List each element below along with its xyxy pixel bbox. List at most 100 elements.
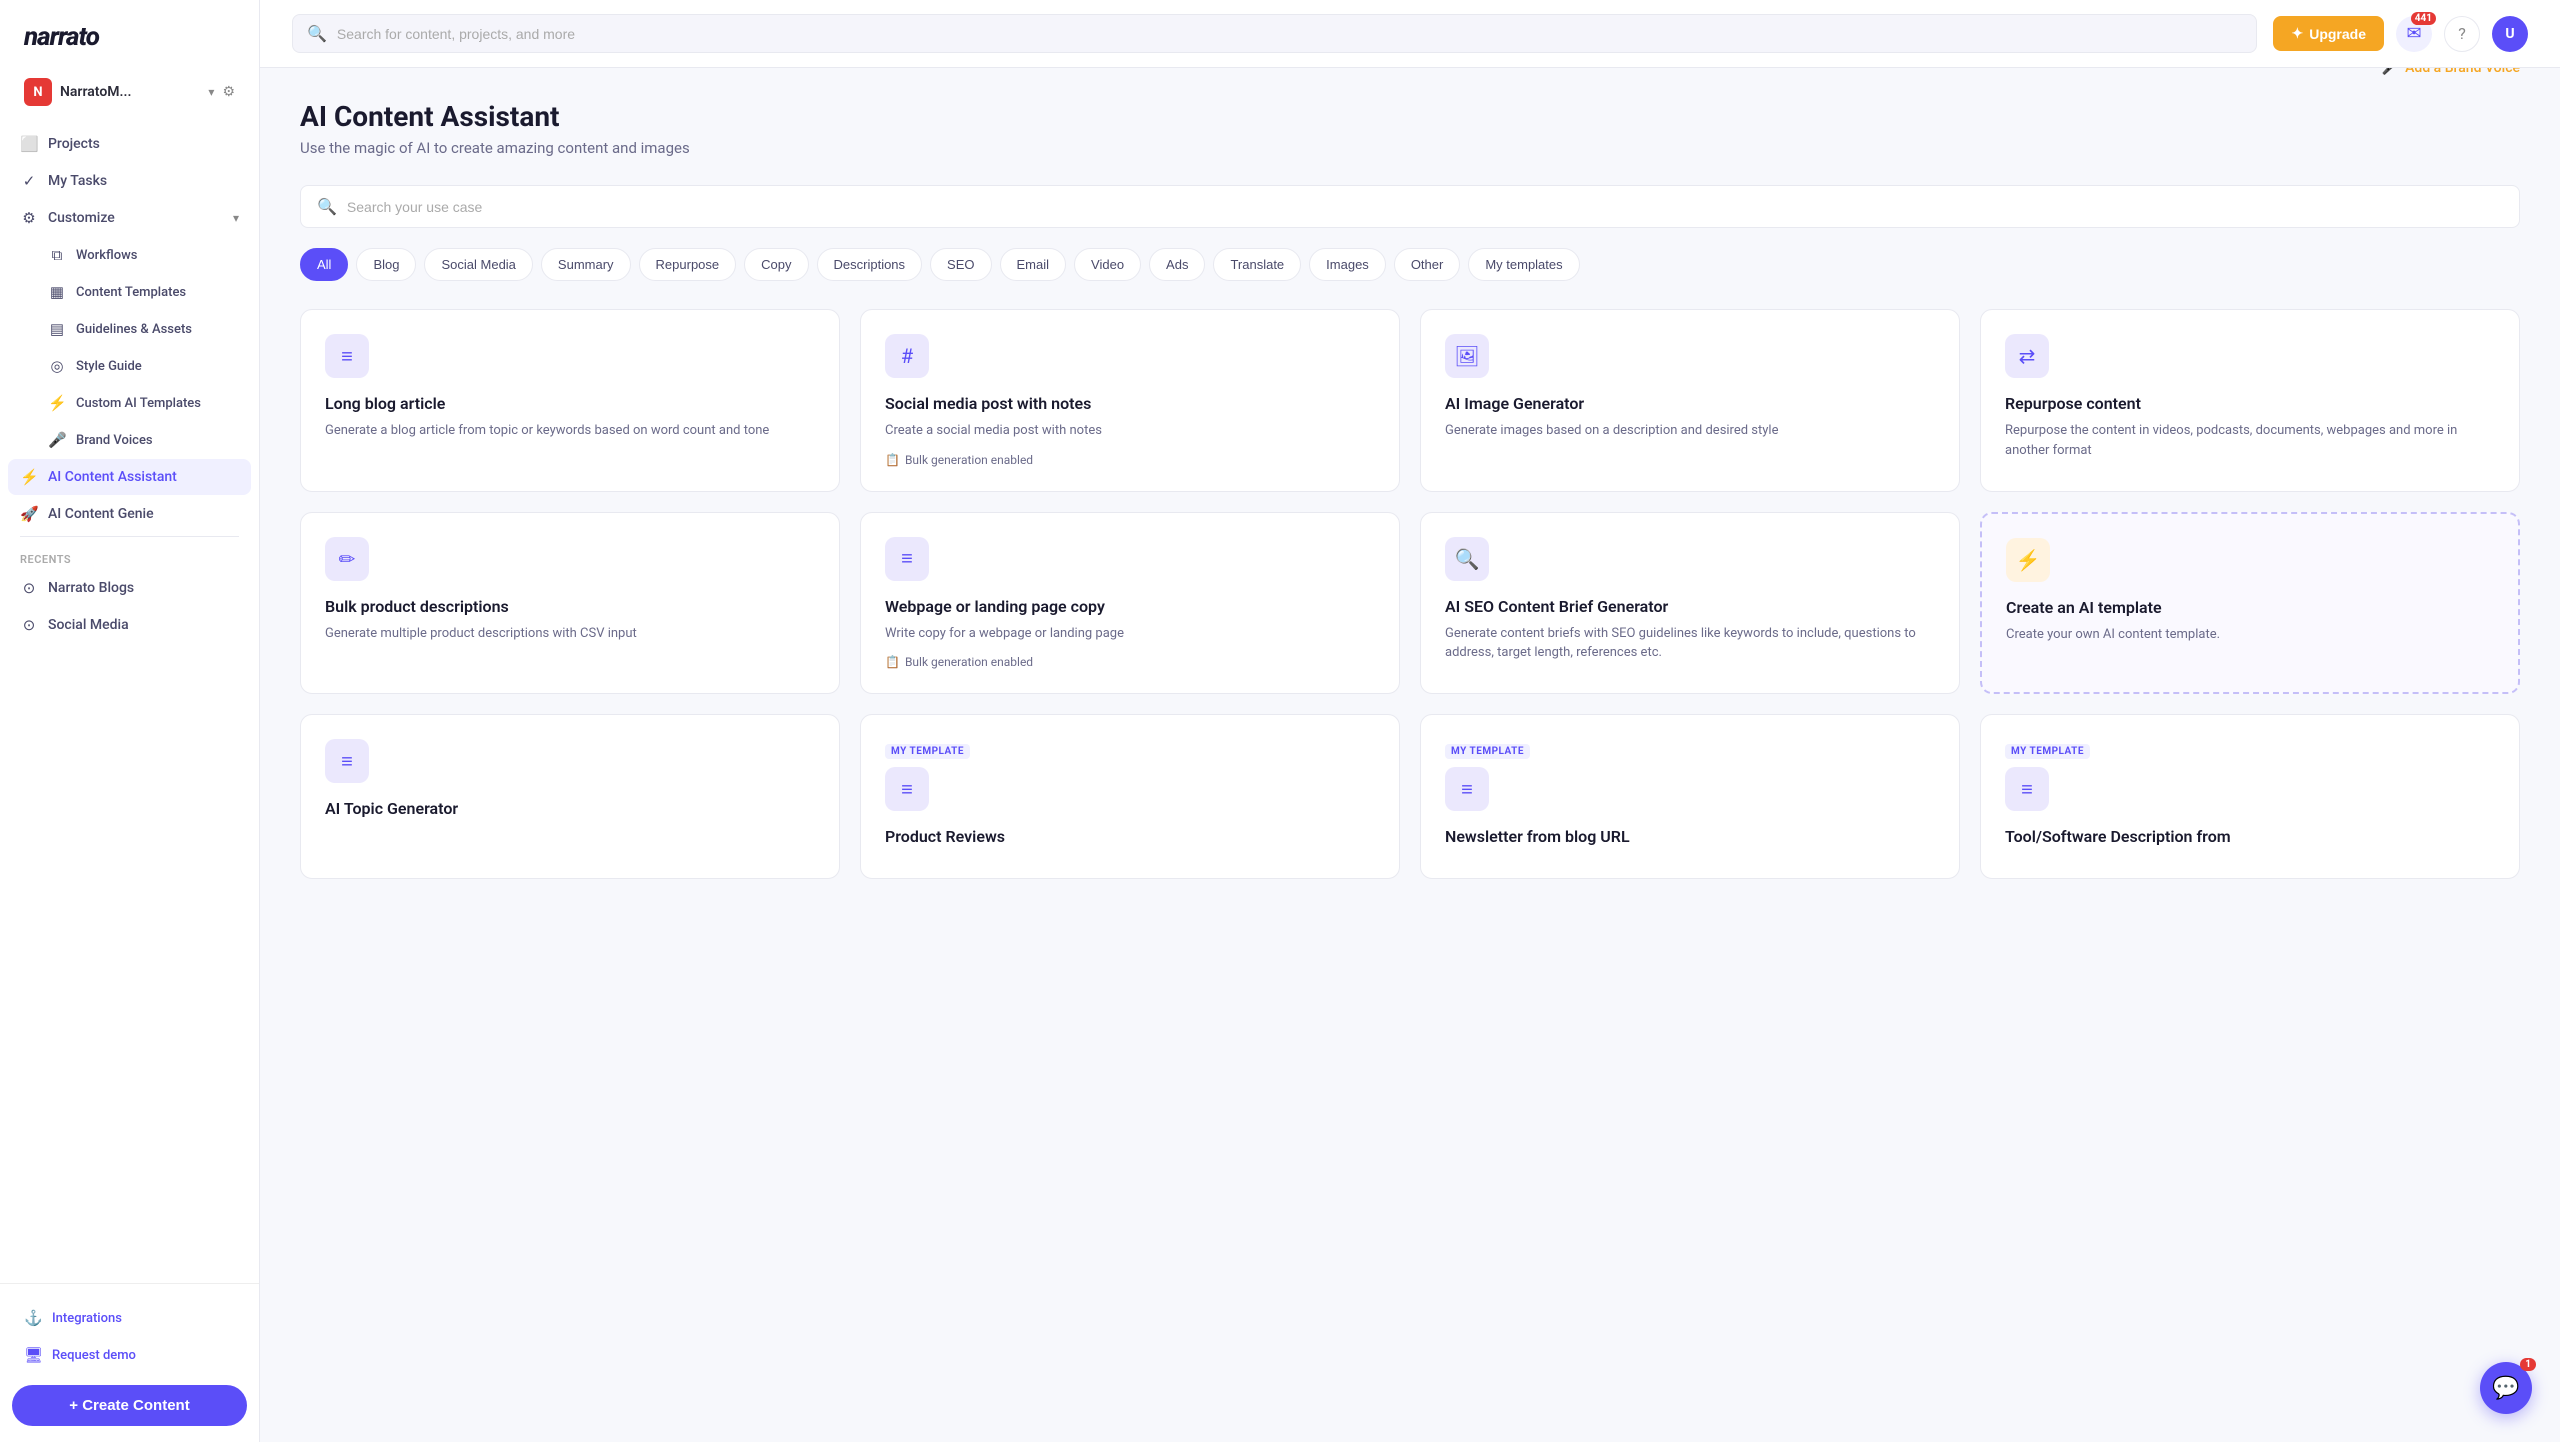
genie-icon: 🚀: [20, 505, 38, 523]
topbar: 🔍 ✦ Upgrade ✉ 441 ? U: [260, 0, 2560, 68]
filter-tab-repurpose[interactable]: Repurpose: [639, 248, 737, 281]
app-logo: narrato: [0, 0, 259, 70]
card-social-media-post[interactable]: # Social media post with notes Create a …: [860, 309, 1400, 492]
customize-icon: ⚙: [20, 209, 38, 227]
filter-tab-other[interactable]: Other: [1394, 248, 1461, 281]
recent-icon: ⊙: [20, 579, 38, 597]
filter-tab-email[interactable]: Email: [1000, 248, 1067, 281]
upgrade-button[interactable]: ✦ Upgrade: [2273, 16, 2384, 51]
sidebar-item-narrato-blogs[interactable]: ⊙ Narrato Blogs: [8, 570, 251, 606]
filter-tab-ads[interactable]: Ads: [1149, 248, 1205, 281]
sidebar-item-customize[interactable]: ⚙ Customize ▾: [8, 200, 251, 236]
filter-tab-copy[interactable]: Copy: [744, 248, 808, 281]
card-icon: ≡: [1445, 767, 1489, 811]
sidebar-item-brand-voices[interactable]: 🎤 Brand Voices: [36, 422, 251, 458]
filter-tab-blog[interactable]: Blog: [356, 248, 416, 281]
gear-icon[interactable]: ⚙: [222, 84, 235, 100]
topbar-right: ✦ Upgrade ✉ 441 ? U: [2273, 16, 2528, 52]
card-desc: Generate a blog article from topic or ke…: [325, 421, 815, 441]
filter-tab-all[interactable]: All: [300, 248, 348, 281]
use-case-search-input[interactable]: [347, 199, 2503, 215]
notifications-button[interactable]: ✉ 441: [2396, 16, 2432, 52]
card-title: Product Reviews: [885, 827, 1375, 846]
page-content-area: AI Content Assistant Use the magic of AI…: [260, 68, 2560, 911]
sidebar-item-label: Guidelines & Assets: [76, 322, 192, 337]
demo-icon: 🖥: [24, 1346, 42, 1364]
card-title: Bulk product descriptions: [325, 597, 815, 616]
card-desc: Create your own AI content template.: [2006, 625, 2494, 645]
card-webpage-landing-page[interactable]: ≡ Webpage or landing page copy Write cop…: [860, 512, 1400, 695]
sidebar-item-projects[interactable]: ⬜ Projects: [8, 126, 251, 162]
card-newsletter-from-blog[interactable]: MY TEMPLATE ≡ Newsletter from blog URL: [1420, 714, 1960, 879]
card-ai-image-generator[interactable]: 🖼 AI Image Generator Generate images bas…: [1420, 309, 1960, 492]
use-case-search-container[interactable]: 🔍: [300, 185, 2520, 228]
sidebar-item-workflows[interactable]: ⧉ Workflows: [36, 237, 251, 273]
filter-tab-images[interactable]: Images: [1309, 248, 1386, 281]
chat-bubble-button[interactable]: 💬 1: [2480, 1362, 2532, 1414]
sidebar-item-style-guide[interactable]: ◎ Style Guide: [36, 348, 251, 384]
sidebar-item-integrations[interactable]: ⚓ Integrations: [12, 1300, 247, 1336]
sidebar-item-request-demo[interactable]: 🖥 Request demo: [12, 1337, 247, 1373]
card-product-reviews[interactable]: MY TEMPLATE ≡ Product Reviews: [860, 714, 1400, 879]
recent-icon: ⊙: [20, 616, 38, 634]
card-desc: Create a social media post with notes: [885, 421, 1375, 441]
page-subtitle: Use the magic of AI to create amazing co…: [300, 139, 690, 157]
account-switcher[interactable]: N NarratoM... ▾ ⚙: [8, 70, 251, 114]
integrations-icon: ⚓: [24, 1309, 42, 1327]
topbar-search-input[interactable]: [337, 26, 2243, 42]
card-long-blog-article[interactable]: ≡ Long blog article Generate a blog arti…: [300, 309, 840, 492]
filter-tab-descriptions[interactable]: Descriptions: [817, 248, 923, 281]
filter-tab-my-templates[interactable]: My templates: [1468, 248, 1579, 281]
user-avatar[interactable]: U: [2492, 16, 2528, 52]
filter-tab-video[interactable]: Video: [1074, 248, 1141, 281]
sidebar-item-label: Style Guide: [76, 359, 142, 374]
mail-icon: ✉: [2406, 23, 2421, 44]
card-bulk-product-descriptions[interactable]: ✏ Bulk product descriptions Generate mul…: [300, 512, 840, 695]
filter-tab-social-media[interactable]: Social Media: [424, 248, 532, 281]
sidebar-item-label: AI Content Genie: [48, 506, 154, 522]
sidebar-item-guidelines-assets[interactable]: ▤ Guidelines & Assets: [36, 311, 251, 347]
sidebar-item-label: Social Media: [48, 617, 129, 633]
card-tool-software-description[interactable]: MY TEMPLATE ≡ Tool/Software Description …: [1980, 714, 2520, 879]
sidebar-item-my-tasks[interactable]: ✓ My Tasks: [8, 163, 251, 199]
customize-subnav: ⧉ Workflows ▦ Content Templates ▤ Guidel…: [8, 237, 251, 458]
filter-tab-seo[interactable]: SEO: [930, 248, 991, 281]
help-button[interactable]: ?: [2444, 16, 2480, 52]
sidebar-item-label: Request demo: [52, 1348, 136, 1363]
card-ai-topic-generator[interactable]: ≡ AI Topic Generator: [300, 714, 840, 879]
sidebar-item-label: Customize: [48, 210, 115, 226]
recents-label: Recents: [8, 541, 251, 570]
card-repurpose-content[interactable]: ⇄ Repurpose content Repurpose the conten…: [1980, 309, 2520, 492]
card-icon: ≡: [2005, 767, 2049, 811]
card-create-ai-template[interactable]: ⚡ Create an AI template Create your own …: [1980, 512, 2520, 695]
copy-icon: 📋: [885, 655, 900, 669]
sidebar-item-custom-ai-templates[interactable]: ⚡ Custom AI Templates: [36, 385, 251, 421]
copy-icon: 📋: [885, 453, 900, 467]
card-title: Newsletter from blog URL: [1445, 827, 1935, 846]
card-desc: Generate multiple product descriptions w…: [325, 624, 815, 644]
style-guide-icon: ◎: [48, 357, 66, 375]
topbar-search-container[interactable]: 🔍: [292, 14, 2257, 53]
sidebar-item-ai-content-assistant[interactable]: ⚡ AI Content Assistant: [8, 459, 251, 495]
card-desc: Write copy for a webpage or landing page: [885, 624, 1375, 644]
filter-tab-translate[interactable]: Translate: [1213, 248, 1301, 281]
card-ai-seo-content-brief[interactable]: 🔍 AI SEO Content Brief Generator Generat…: [1420, 512, 1960, 695]
chevron-down-icon: ▾: [208, 85, 214, 99]
filter-tab-summary[interactable]: Summary: [541, 248, 631, 281]
create-content-button[interactable]: + Create Content: [12, 1385, 247, 1426]
card-icon: #: [885, 334, 929, 378]
sidebar-item-social-media[interactable]: ⊙ Social Media: [8, 607, 251, 643]
ai-assistant-icon: ⚡: [20, 468, 38, 486]
projects-icon: ⬜: [20, 135, 38, 153]
card-icon: ≡: [325, 334, 369, 378]
main-content: 🔍 ✦ Upgrade ✉ 441 ? U AI Content: [260, 0, 2560, 1442]
sidebar-item-label: Projects: [48, 136, 100, 152]
bulk-badge: 📋Bulk generation enabled: [885, 655, 1375, 669]
sidebar-item-ai-content-genie[interactable]: 🚀 AI Content Genie: [8, 496, 251, 532]
sidebar-item-label: Content Templates: [76, 285, 186, 300]
sidebar-item-content-templates[interactable]: ▦ Content Templates: [36, 274, 251, 310]
card-title: Create an AI template: [2006, 598, 2494, 617]
card-desc: Generate images based on a description a…: [1445, 421, 1935, 441]
sidebar-item-label: Integrations: [52, 1311, 122, 1326]
my-template-badge: MY TEMPLATE: [2005, 744, 2090, 759]
